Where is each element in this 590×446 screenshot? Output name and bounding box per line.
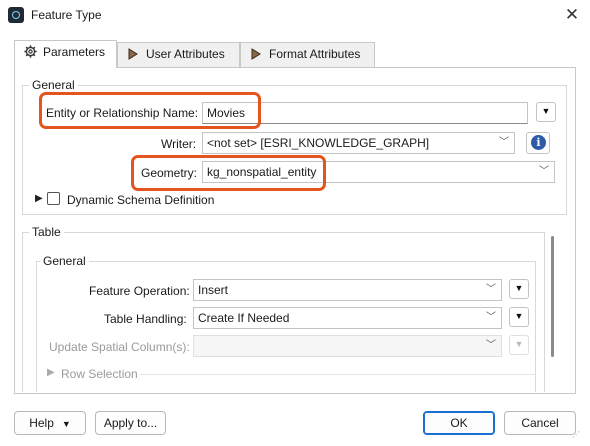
- info-icon: i: [531, 135, 546, 150]
- update-spatial-select[interactable]: ﹀: [193, 335, 502, 357]
- feature-operation-label: Feature Operation:: [89, 284, 190, 298]
- title-bar: Feature Type ✕: [0, 0, 590, 32]
- update-spatial-label: Update Spatial Column(s):: [49, 340, 190, 354]
- general-group-title: General: [29, 78, 78, 92]
- chevron-down-icon: ﹀: [486, 312, 496, 323]
- dynamic-schema-checkbox[interactable]: [47, 192, 60, 205]
- dynamic-schema-expander-icon[interactable]: ▶: [35, 193, 43, 204]
- chevron-down-icon: ﹀: [499, 137, 509, 148]
- arrow-right-icon: [126, 44, 140, 67]
- table-handling-select[interactable]: Create If Needed ﹀: [193, 307, 502, 329]
- feature-operation-menu-button[interactable]: ▼: [509, 279, 529, 299]
- tab-parameters[interactable]: Parameters: [14, 40, 117, 68]
- chevron-down-icon: ﹀: [539, 166, 549, 177]
- window-title: Feature Type: [31, 8, 102, 22]
- table-general-title: General: [40, 254, 89, 268]
- tab-user-attributes[interactable]: User Attributes: [117, 42, 240, 67]
- chevron-down-icon: ﹀: [486, 284, 496, 295]
- writer-label: Writer:: [161, 137, 197, 151]
- writer-info-button[interactable]: i: [526, 132, 550, 154]
- writer-value: <not set> [ESRI_KNOWLEDGE_GRAPH]: [207, 136, 430, 150]
- arrow-right-icon: [249, 44, 263, 67]
- tab-format-attributes[interactable]: Format Attributes: [240, 42, 375, 67]
- feature-operation-value: Insert: [198, 283, 229, 297]
- tab-format-attributes-label: Format Attributes: [269, 47, 361, 61]
- vertical-scrollbar[interactable]: [551, 236, 554, 357]
- entity-name-highlight: [39, 92, 261, 129]
- table-handling-value: Create If Needed: [198, 311, 290, 325]
- resize-grip-icon[interactable]: ⋰: [572, 430, 580, 439]
- tab-user-attributes-label: User Attributes: [146, 47, 225, 61]
- row-selection-expander-icon[interactable]: ▶: [47, 367, 55, 378]
- chevron-down-icon: ▼: [61, 419, 71, 429]
- table-handling-menu-button[interactable]: ▼: [509, 307, 529, 327]
- writer-select[interactable]: <not set> [ESRI_KNOWLEDGE_GRAPH] ﹀: [202, 132, 515, 154]
- row-selection-label: Row Selection: [61, 367, 138, 381]
- geometry-highlight: [131, 155, 326, 191]
- cancel-button[interactable]: Cancel: [504, 411, 576, 435]
- help-button-label: Help: [29, 416, 54, 430]
- gear-icon: [23, 41, 37, 64]
- table-group-title: Table: [29, 225, 64, 239]
- ok-button[interactable]: OK: [423, 411, 495, 435]
- entity-name-menu-button[interactable]: ▼: [536, 102, 556, 122]
- feature-operation-select[interactable]: Insert ﹀: [193, 279, 502, 301]
- chevron-down-icon: ﹀: [486, 340, 496, 351]
- app-icon: [8, 7, 24, 23]
- table-handling-label: Table Handling:: [104, 312, 187, 326]
- help-button[interactable]: Help ▼: [14, 411, 86, 435]
- update-spatial-menu-button[interactable]: ▼: [509, 335, 529, 355]
- apply-to-button[interactable]: Apply to...: [95, 411, 166, 435]
- close-button[interactable]: ✕: [558, 4, 586, 26]
- tab-parameters-label: Parameters: [43, 45, 106, 59]
- dynamic-schema-label: Dynamic Schema Definition: [67, 193, 215, 207]
- row-selection-divider: [140, 374, 536, 375]
